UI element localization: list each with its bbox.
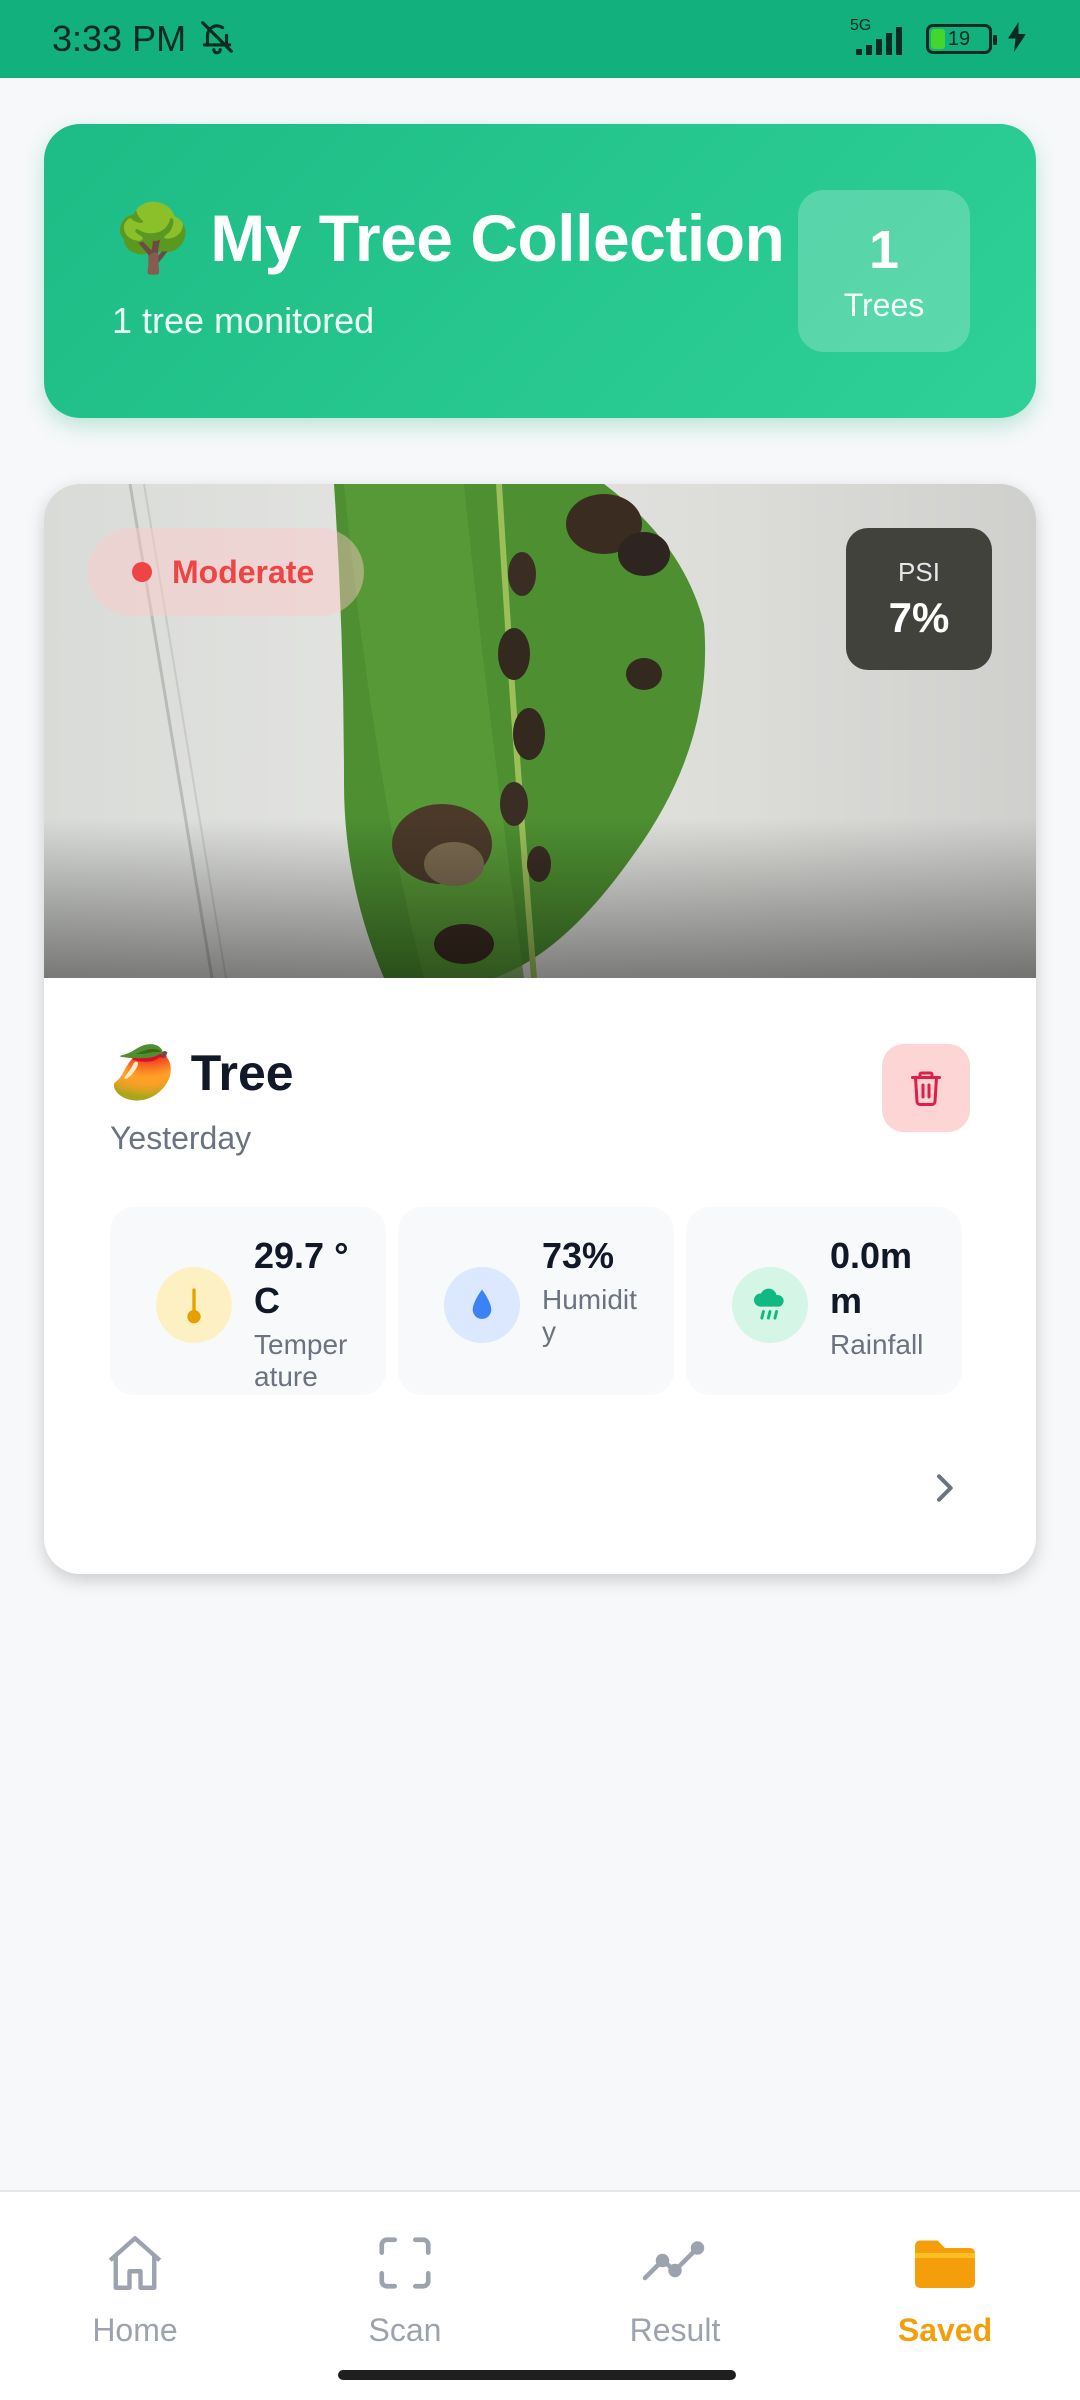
stat-rainfall: 0.0mm Rainfall bbox=[686, 1207, 962, 1395]
trash-icon bbox=[911, 1071, 941, 1106]
battery-level: 19 bbox=[947, 27, 971, 50]
bottom-nav: Home Scan Result Saved bbox=[0, 2190, 1080, 2400]
tree-name-row: 🥭 Tree bbox=[110, 1044, 970, 1102]
status-time: 3:33 PM bbox=[52, 18, 187, 59]
tree-count-value: 1 bbox=[868, 219, 900, 280]
stat-humidity: 73% Humidity bbox=[398, 1207, 674, 1395]
psi-value: 7% bbox=[888, 593, 950, 641]
tree-card[interactable]: Moderate PSI 7% 🥭 Tree Yesterday 29.7 °C… bbox=[44, 484, 1036, 1574]
collection-header-card: 🌳 My Tree Collection 1 tree monitored 1 … bbox=[44, 124, 1036, 418]
delete-button[interactable] bbox=[882, 1044, 970, 1132]
status-right: 5G 19 bbox=[850, 17, 1028, 59]
tree-emoji-icon: 🌳 bbox=[112, 201, 195, 275]
stat-humidity-text: 73% Humidity bbox=[542, 1233, 642, 1348]
stat-rainfall-text: 0.0mm Rainfall bbox=[830, 1233, 930, 1361]
bell-muted-icon bbox=[198, 18, 236, 61]
signal-icon: 5G bbox=[850, 17, 912, 59]
status-left: 3:33 PM bbox=[52, 18, 236, 61]
nav-scan-label: Scan bbox=[368, 2312, 442, 2348]
tree-count-label: Trees bbox=[843, 286, 925, 323]
home-icon bbox=[100, 2228, 170, 2298]
humidity-value: 73% bbox=[542, 1235, 615, 1276]
folder-icon bbox=[910, 2228, 980, 2298]
chart-line-icon bbox=[640, 2228, 710, 2298]
severity-label: Moderate bbox=[172, 553, 315, 590]
temperature-value: 29.7 °C bbox=[254, 1235, 349, 1321]
rainfall-label: Rainfall bbox=[830, 1329, 924, 1360]
humidity-label: Humidity bbox=[542, 1284, 637, 1348]
rain-cloud-icon bbox=[732, 1267, 808, 1343]
home-indicator[interactable] bbox=[338, 2370, 736, 2380]
chevron-right-icon[interactable] bbox=[924, 1468, 964, 1508]
nav-result-label: Result bbox=[629, 2312, 721, 2348]
droplet-icon bbox=[444, 1267, 520, 1343]
battery-icon: 19 bbox=[926, 24, 997, 54]
tree-date: Yesterday bbox=[110, 1120, 252, 1156]
rainfall-value: 0.0mm bbox=[830, 1235, 913, 1321]
leaf-photo: Moderate PSI 7% bbox=[44, 484, 1036, 978]
photo-shade bbox=[44, 818, 1036, 978]
temperature-label: Temperature bbox=[254, 1329, 348, 1393]
page-title: My Tree Collection bbox=[210, 201, 785, 275]
nav-home-label: Home bbox=[92, 2312, 178, 2348]
tree-name: Tree bbox=[190, 1045, 294, 1101]
severity-badge: Moderate bbox=[88, 528, 364, 616]
stat-temperature: 29.7 °C Temperature bbox=[110, 1207, 386, 1395]
nav-saved-label: Saved bbox=[897, 2312, 993, 2348]
tree-count-box: 1 Trees bbox=[798, 190, 970, 352]
charging-icon bbox=[1006, 21, 1028, 57]
psi-label: PSI bbox=[898, 556, 940, 587]
severity-dot bbox=[132, 562, 152, 582]
tree-card-body: 🥭 Tree Yesterday 29.7 °C Temperature 73%… bbox=[44, 978, 1036, 1395]
stat-temperature-text: 29.7 °C Temperature bbox=[254, 1233, 354, 1393]
thermometer-icon bbox=[156, 1267, 232, 1343]
status-bar: 3:33 PM 5G 19 bbox=[0, 0, 1080, 78]
nav-home[interactable]: Home bbox=[35, 2228, 235, 2400]
nav-saved[interactable]: Saved bbox=[845, 2228, 1045, 2400]
network-label: 5G bbox=[850, 17, 872, 34]
psi-box: PSI 7% bbox=[846, 528, 992, 670]
weather-stats: 29.7 °C Temperature 73% Humidity 0.0mm R… bbox=[110, 1207, 970, 1395]
scan-icon bbox=[370, 2228, 440, 2298]
mango-icon: 🥭 bbox=[110, 1044, 175, 1102]
